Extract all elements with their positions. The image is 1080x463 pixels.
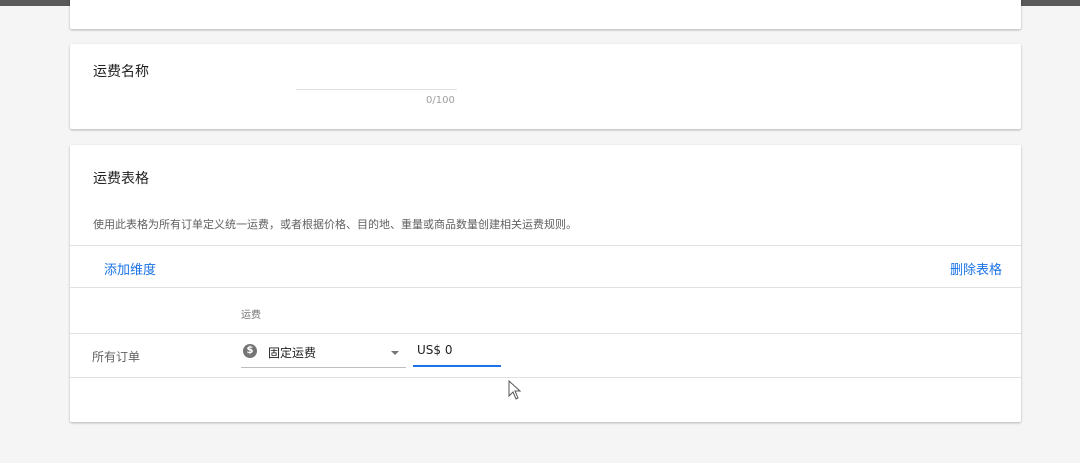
- shipping-table-title: 运费表格: [93, 171, 149, 187]
- shipping-name-input[interactable]: [296, 89, 457, 90]
- previous-section-card: [70, 0, 1021, 29]
- divider: [70, 333, 1021, 334]
- shipping-table-card: 运费表格 使用此表格为所有订单定义统一运费，或者根据价格、目的地、重量或商品数量…: [70, 145, 1021, 422]
- divider: [70, 287, 1021, 288]
- delete-table-link[interactable]: 删除表格: [950, 259, 1002, 278]
- char-counter: 0/100: [426, 95, 455, 106]
- chevron-down-icon: [391, 351, 399, 355]
- price-input[interactable]: [413, 340, 501, 367]
- rate-type-select[interactable]: $ 固定运费: [241, 341, 406, 368]
- shipping-name-card: 运费名称 0/100: [70, 44, 1021, 129]
- shipping-name-title: 运费名称: [93, 64, 149, 80]
- shipping-table-description: 使用此表格为所有订单定义统一运费，或者根据价格、目的地、重量或商品数量创建相关运…: [93, 218, 577, 231]
- row-label-all-orders: 所有订单: [92, 350, 141, 364]
- dollar-icon: $: [243, 344, 257, 358]
- divider: [70, 377, 1021, 378]
- rate-column-header: 运费: [241, 310, 261, 321]
- mouse-cursor-icon: [508, 380, 522, 400]
- rate-type-value: 固定运费: [268, 346, 317, 360]
- divider: [70, 245, 1021, 246]
- add-dimension-link[interactable]: 添加维度: [104, 259, 156, 278]
